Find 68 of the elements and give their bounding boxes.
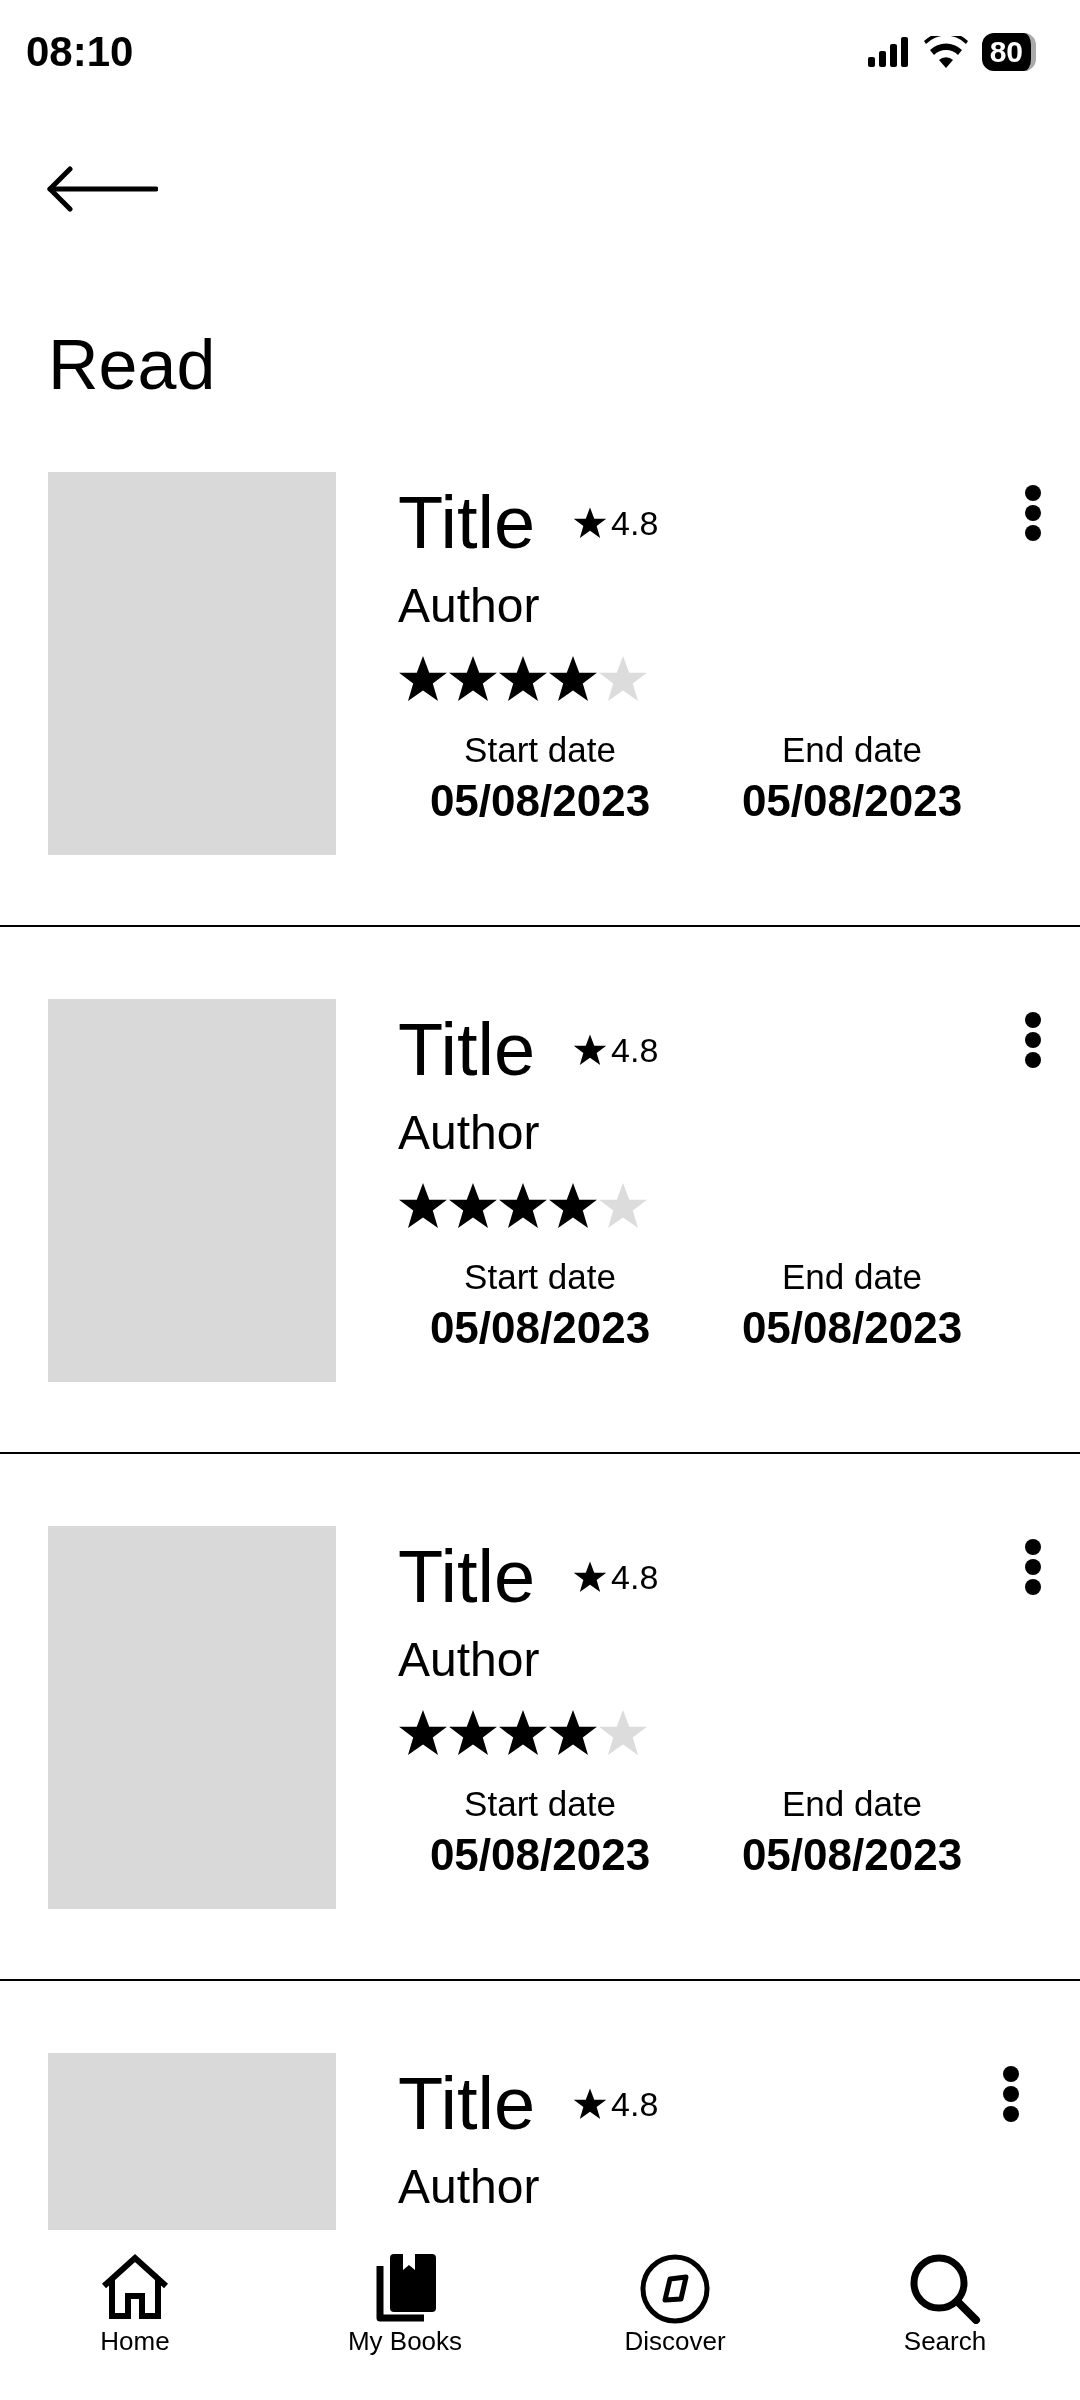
star-icon — [573, 1033, 608, 1067]
compass-icon — [638, 2252, 712, 2324]
book-card[interactable]: Title 4.8 Author Start date 05/08/2023 End date 05/08/2023 — [0, 400, 1080, 927]
more-button[interactable] — [1022, 484, 1044, 542]
star-icon — [573, 506, 608, 540]
star-icon — [573, 2087, 608, 2121]
book-author: Author — [398, 2163, 541, 2211]
rating-value: 4.8 — [611, 1030, 659, 1070]
star-icon — [498, 1181, 548, 1231]
star-icon — [548, 1181, 598, 1231]
nav-tab[interactable]: Search — [810, 2252, 1080, 2357]
date-label: Start date — [464, 730, 616, 770]
battery-icon: 80 — [981, 33, 1036, 71]
date-value: 05/08/2023 — [429, 1303, 651, 1353]
nav-tab[interactable]: Home — [0, 2252, 270, 2357]
book-card[interactable]: Title 4.8 Author Start date 05/08/2023 End date 05/08/2023 — [0, 927, 1080, 1454]
back-arrow-icon — [46, 166, 158, 212]
wifi-icon — [923, 36, 968, 68]
book-title: Title — [398, 1013, 536, 1087]
book-title: Title — [398, 1540, 536, 1614]
star-icon — [448, 1181, 498, 1231]
star-icon — [398, 1708, 448, 1758]
more-vertical-icon — [1000, 2065, 1022, 2123]
date-value: 05/08/2023 — [741, 776, 963, 826]
nav-tab[interactable]: My Books — [270, 2252, 540, 2357]
book-author: Author — [398, 582, 541, 630]
star-icon — [573, 1560, 608, 1594]
book-title: Title — [398, 486, 536, 560]
date-value: 05/08/2023 — [741, 1830, 963, 1880]
page-title: Read — [48, 330, 217, 400]
star-icon — [398, 1181, 448, 1231]
status-time: 08:10 — [26, 28, 134, 76]
date-label: End date — [781, 1257, 923, 1297]
more-vertical-icon — [1022, 1538, 1044, 1596]
star-icon — [398, 654, 448, 704]
date-value: 05/08/2023 — [741, 1303, 963, 1353]
star-icon — [548, 654, 598, 704]
star-icon — [498, 654, 548, 704]
more-button[interactable] — [1000, 2065, 1022, 2123]
star-icon — [498, 1708, 548, 1758]
book-title: Title — [398, 2067, 536, 2141]
date-value: 05/08/2023 — [429, 1830, 651, 1880]
book-card[interactable]: Title 4.8 Author — [0, 1981, 1080, 2230]
rating-value: 4.8 — [611, 1557, 659, 1597]
star-icon — [448, 654, 498, 704]
book-card[interactable]: Title 4.8 Author Start date 05/08/2023 End date 05/08/2023 — [0, 1454, 1080, 1981]
more-button[interactable] — [1022, 1538, 1044, 1596]
star-icon — [448, 1708, 498, 1758]
book-author: Author — [398, 1109, 541, 1157]
star-icon — [598, 1708, 648, 1758]
date-label: End date — [781, 1784, 923, 1824]
more-vertical-icon — [1022, 1011, 1044, 1069]
more-button[interactable] — [1022, 1011, 1044, 1069]
date-label: End date — [781, 730, 923, 770]
rating-value: 4.8 — [611, 503, 659, 543]
more-vertical-icon — [1022, 484, 1044, 542]
date-value: 05/08/2023 — [429, 776, 651, 826]
search-icon — [908, 2252, 982, 2324]
star-icon — [548, 1708, 598, 1758]
back-button[interactable] — [46, 166, 158, 212]
rating-value: 4.8 — [611, 2084, 659, 2124]
star-icon — [598, 1181, 648, 1231]
star-icon — [598, 654, 648, 704]
signal-icon — [867, 37, 910, 67]
book-author: Author — [398, 1636, 541, 1684]
date-label: Start date — [464, 1257, 616, 1297]
nav-tab[interactable]: Discover — [540, 2252, 810, 2357]
date-label: Start date — [464, 1784, 616, 1824]
